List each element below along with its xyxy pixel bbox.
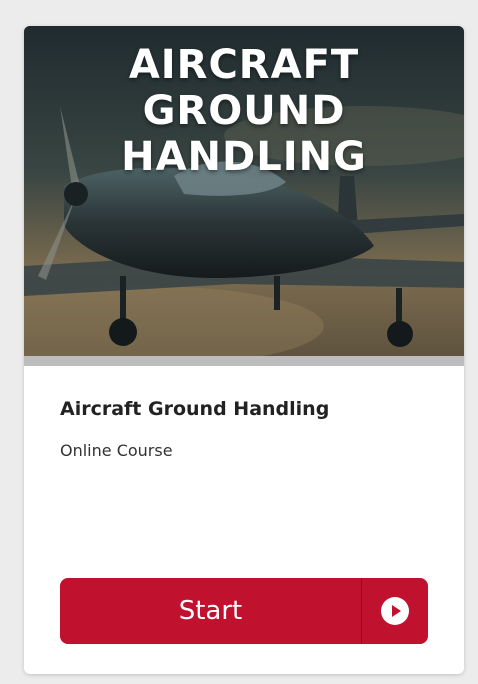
page: AIRCRAFT GROUND HANDLING Aircraft Ground… bbox=[0, 0, 478, 684]
play-circle-icon bbox=[362, 578, 428, 644]
hero-title-line-2: HANDLING bbox=[121, 134, 367, 180]
card-body: Aircraft Ground Handling Online Course bbox=[24, 396, 464, 462]
hero-title: AIRCRAFT GROUND HANDLING bbox=[24, 42, 464, 180]
course-type-label: Online Course bbox=[60, 441, 173, 460]
course-title[interactable]: Aircraft Ground Handling bbox=[60, 396, 428, 422]
start-button-label: Start bbox=[178, 596, 243, 626]
hero-title-line-1: AIRCRAFT GROUND bbox=[128, 42, 360, 134]
start-button[interactable]: Start bbox=[60, 578, 428, 644]
hero-divider bbox=[24, 356, 464, 366]
course-card[interactable]: AIRCRAFT GROUND HANDLING Aircraft Ground… bbox=[24, 26, 464, 674]
course-hero-image: AIRCRAFT GROUND HANDLING bbox=[24, 26, 464, 356]
